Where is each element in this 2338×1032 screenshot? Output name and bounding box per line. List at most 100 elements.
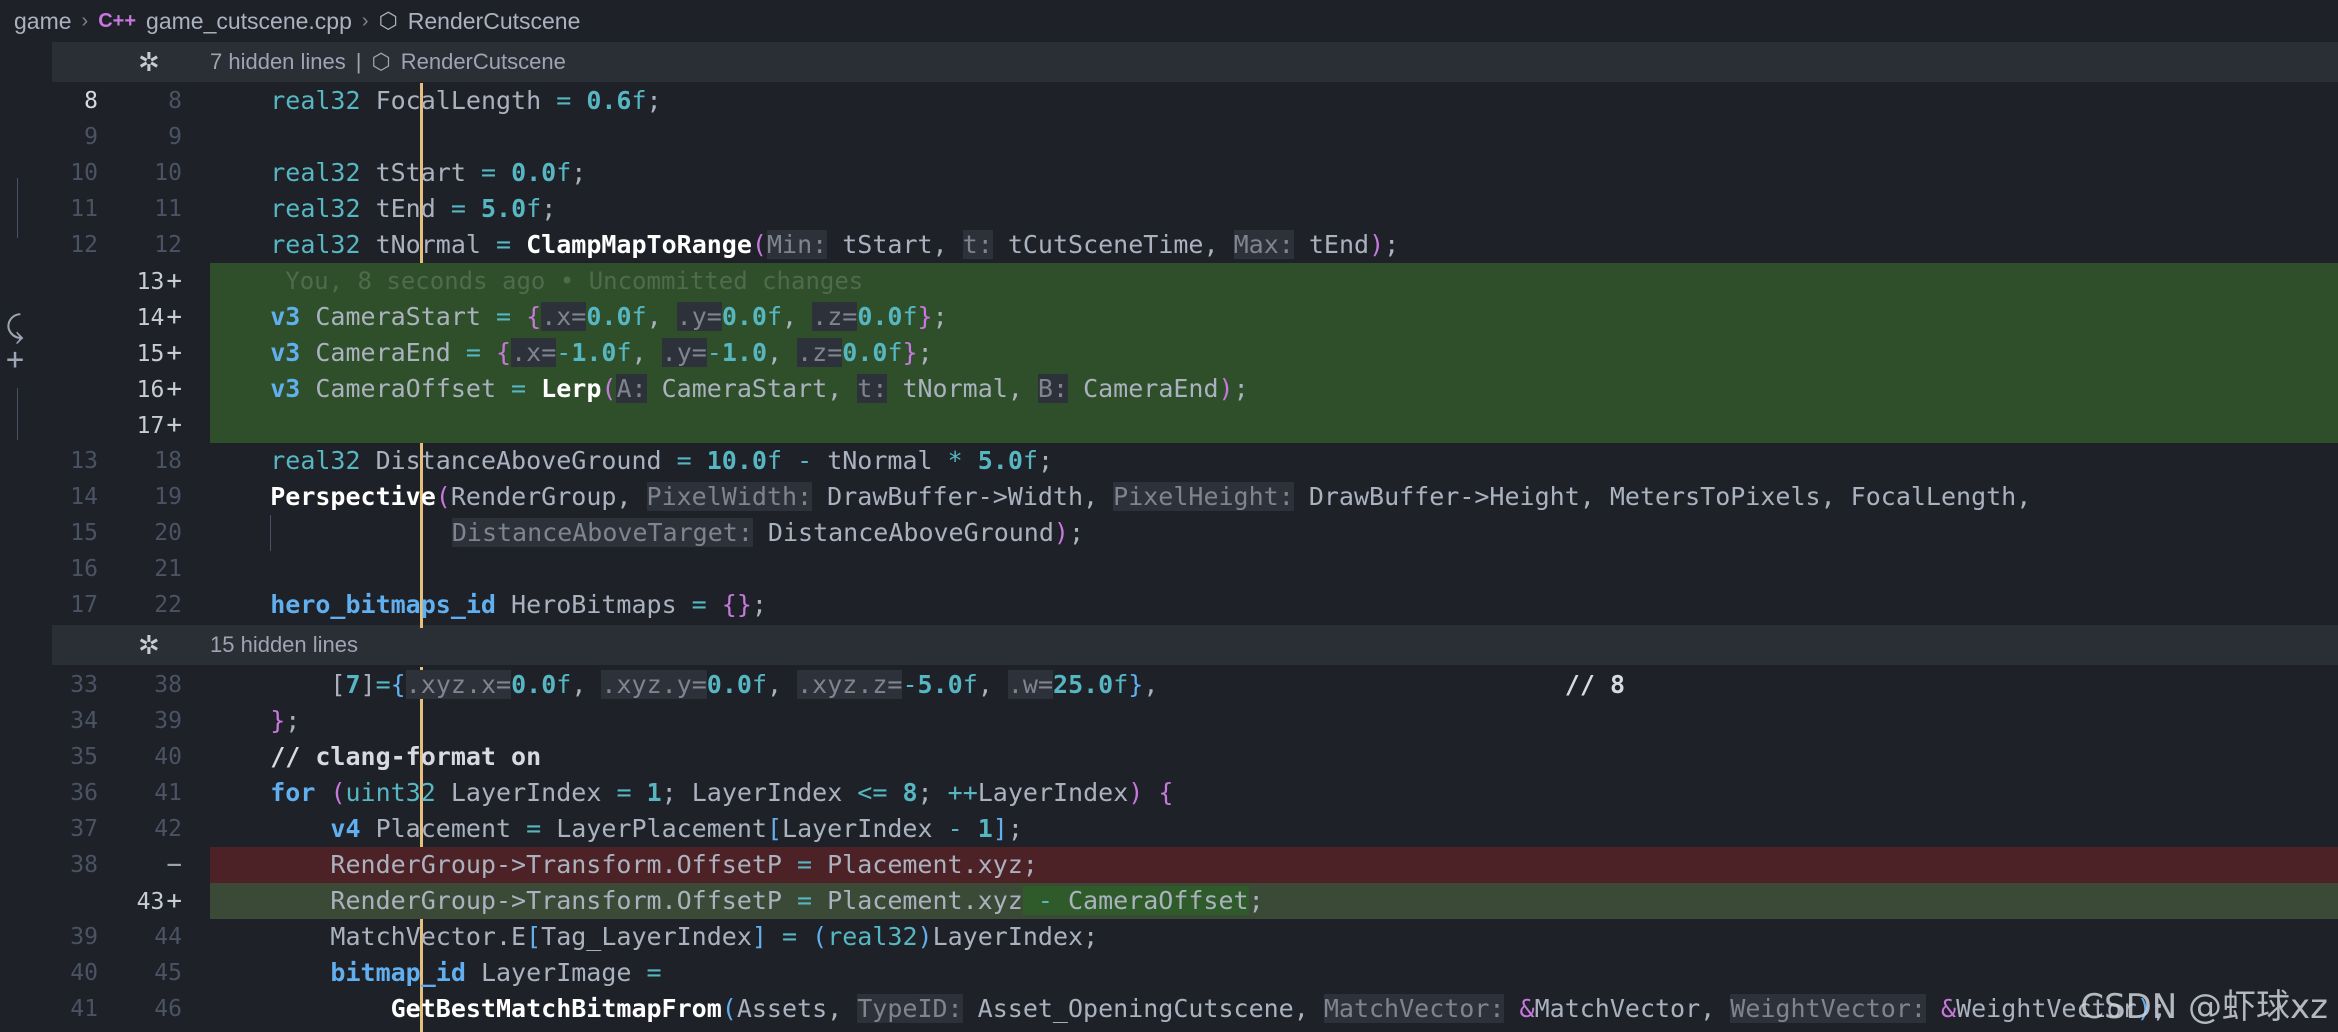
code-line: real32 FocalLength = 0.6f;: [270, 86, 662, 115]
old-line-number: 15: [70, 520, 98, 546]
old-line-number: 40: [70, 960, 98, 986]
code-line: hero_bitmaps_id HeroBitmaps = {};: [270, 590, 767, 619]
new-line-number: 15+: [118, 335, 182, 371]
new-line-number: 11: [118, 191, 182, 227]
code-line: [7]={.xyz.x=0.0f, .xyz.y=0.0f, .xyz.z=-5…: [330, 670, 1626, 699]
code-line-added: [210, 407, 2338, 443]
new-line-number: −: [118, 847, 182, 883]
added-line-marker: +: [166, 410, 182, 440]
added-line-marker: +: [166, 374, 182, 404]
new-line-number-text: 42: [154, 816, 182, 842]
code-line: Perspective(RenderGroup, PixelWidth: Dra…: [270, 482, 2032, 511]
code-line: for (uint32 LayerIndex = 1; LayerIndex <…: [270, 778, 1174, 807]
old-line-number: [52, 371, 98, 407]
old-line-number: 10: [70, 160, 98, 186]
new-line-number-text: 19: [154, 484, 182, 510]
new-line-number-text: 39: [154, 708, 182, 734]
new-line-number-text: 45: [154, 960, 182, 986]
new-line-number: 9: [118, 119, 182, 155]
old-line-number: 38: [70, 852, 98, 878]
new-line-number-text: 22: [154, 592, 182, 618]
new-line-number: 12: [118, 227, 182, 263]
new-line-number-text: 9: [168, 124, 182, 150]
old-line-number: [52, 299, 98, 335]
added-line-marker: +: [166, 266, 182, 296]
new-line-number: 8: [118, 83, 182, 119]
new-line-number-text: 11: [154, 196, 182, 222]
code-line: // clang-format on: [270, 742, 542, 771]
new-line-number: 14+: [118, 299, 182, 335]
new-line-number: 16+: [118, 371, 182, 407]
watermark: CSDN @虾球xz: [2080, 987, 2328, 1027]
old-line-number: 14: [70, 484, 98, 510]
old-line-number: 13: [70, 448, 98, 474]
code-line-added: v3 CameraStart = {.x=0.0f, .y=0.0f, .z=0…: [210, 299, 2338, 335]
old-line-number: 33: [70, 672, 98, 698]
added-line-marker: +: [166, 886, 182, 916]
revert-change-icon[interactable]: ⤹: [6, 310, 24, 345]
code-line: MatchVector.E[Tag_LayerIndex] = (real32)…: [330, 922, 1099, 951]
code-line: bitmap_id LayerImage =: [330, 958, 662, 987]
stage-change-icon[interactable]: +: [6, 342, 24, 377]
new-line-number-text: 21: [154, 556, 182, 582]
breadcrumb: game › C++ game_cutscene.cpp › ⬡ RenderC…: [0, 0, 2338, 42]
old-line-number: [52, 335, 98, 371]
breadcrumb-file[interactable]: game_cutscene.cpp: [146, 8, 352, 35]
new-line-number: 18: [118, 443, 182, 479]
breadcrumb-symbol[interactable]: RenderCutscene: [408, 8, 581, 35]
code-line: real32 tNormal = ClampMapToRange(Min: tS…: [270, 230, 1400, 259]
new-line-number-text: 41: [154, 780, 182, 806]
new-line-number: 39: [118, 703, 182, 739]
new-line-number-text: 43: [136, 889, 165, 915]
old-line-number: 16: [70, 556, 98, 582]
editor-code-area[interactable]: real32 FocalLength = 0.6f; real32 tStart…: [210, 42, 2338, 1032]
breadcrumb-folder[interactable]: game: [14, 8, 72, 35]
new-line-number: 40: [118, 739, 182, 775]
new-line-number-text: 8: [168, 88, 182, 114]
added-line-marker: +: [166, 302, 182, 332]
code-line-added: You, 8 seconds ago • Uncommitted changes: [210, 263, 2338, 299]
code-line: real32 tStart = 0.0f;: [270, 158, 587, 187]
new-line-number: 19: [118, 479, 182, 515]
code-line: v4 Placement = LayerPlacement[LayerIndex…: [330, 814, 1023, 843]
cpp-file-icon: C++: [98, 9, 137, 32]
new-line-number: 41: [118, 775, 182, 811]
new-line-number-text: 40: [154, 744, 182, 770]
new-line-number-text: 14: [136, 305, 165, 331]
inline-blame: You, 8 seconds ago • Uncommitted changes: [285, 267, 864, 295]
chevron-right-icon: ›: [81, 9, 89, 32]
new-line-number-text: 12: [154, 232, 182, 258]
old-line-number: 11: [70, 196, 98, 222]
cube-symbol-icon: ⬡: [378, 8, 398, 33]
chevron-right-icon: ›: [361, 9, 369, 32]
old-line-numbers: 8 9 10 11 12 13 14 15 16 17 33 34 35 36 37 38 39 40 41: [52, 42, 118, 1032]
added-line-marker: +: [166, 338, 182, 368]
code-line: real32 tEnd = 5.0f;: [270, 194, 557, 223]
old-line-number: 37: [70, 816, 98, 842]
new-line-number-text: 16: [136, 377, 165, 403]
old-line-number: 9: [84, 124, 98, 150]
old-line-number: 8: [84, 88, 98, 114]
old-line-number: [52, 407, 98, 443]
new-line-number-text: 38: [154, 672, 182, 698]
old-line-number: [52, 883, 98, 919]
code-line-added: v3 CameraOffset = Lerp(A: CameraStart, t…: [210, 371, 2338, 407]
new-line-number-text: 46: [154, 996, 182, 1022]
new-line-number-text: 18: [154, 448, 182, 474]
new-line-number: 46: [118, 991, 182, 1027]
new-line-number: 22: [118, 587, 182, 623]
new-line-number: 13+: [118, 263, 182, 299]
new-line-number: 17+: [118, 407, 182, 443]
code-line-added: v3 CameraEnd = {.x=-1.0f, .y=-1.0, .z=0.…: [210, 335, 2338, 371]
code-line-added: RenderGroup->Transform.OffsetP = Placeme…: [210, 883, 2338, 919]
old-line-number: 34: [70, 708, 98, 734]
new-line-number-text: 44: [154, 924, 182, 950]
new-line-number-text: 10: [154, 160, 182, 186]
new-line-numbers: 8 9 10 11 12 13+ 14+ 15+ 16+ 17+ 18 19 20 21 22 38 39 40 4…: [118, 42, 210, 1032]
old-line-number: 35: [70, 744, 98, 770]
new-line-number-text: 13: [136, 269, 165, 295]
code-line: GetBestMatchBitmapFrom(Assets, TypeID: A…: [390, 994, 2167, 1023]
glyph-margin: ⤹ +: [0, 42, 52, 1032]
